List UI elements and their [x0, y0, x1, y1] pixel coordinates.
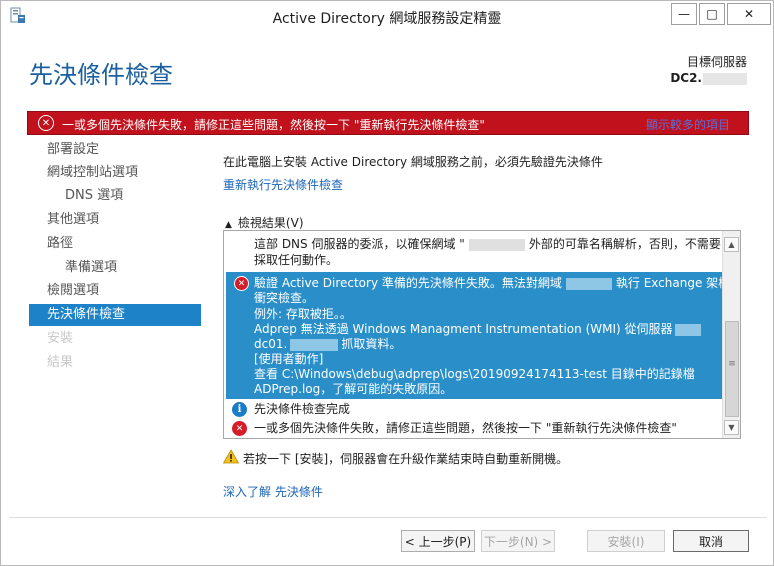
sidebar-item-deployment[interactable]: 部署設定 — [29, 139, 201, 161]
selected-line: 驗證 Active Directory 準備的先決條件失敗。無法對網域 執行 Ex… — [254, 276, 730, 291]
view-results-toggle[interactable]: ▲ 檢視結果(V) — [225, 214, 304, 231]
sidebar-item-paths[interactable]: 路徑 — [29, 233, 201, 255]
page-title: 先決條件檢查 — [29, 61, 173, 89]
selected-text: dc01. — [254, 337, 288, 351]
scroll-up-icon[interactable]: ▲ — [724, 237, 739, 252]
target-server-label: 目標伺服器 — [686, 55, 747, 69]
sidebar-item-dns-options[interactable]: DNS 選項 — [29, 185, 201, 207]
rerun-prerequisites-link[interactable]: 重新執行先決條件檢查 — [223, 176, 343, 193]
cut-off-line: ▔▔▔▔▔▔▔▔▔▔▔▔▔▔▔▔▔▔▔▔▔▔▔▔▔▔▔▔▔▔▔▔▔▔▔▔ — [254, 230, 587, 237]
selected-text: 執行 Exchange 架構 — [615, 276, 731, 290]
selected-text: 驗證 Active Directory 準備的先決條件失敗。無法對網域 — [254, 276, 562, 290]
sidebar-item-dc-options[interactable]: 網域控制站選項 — [29, 162, 201, 184]
selected-text: 抓取資料。 — [341, 337, 402, 351]
result-text-a-tail: 外部的可靠名稱解析，否則，不需要 — [528, 237, 721, 251]
error-circle-icon: ✕ — [234, 276, 249, 291]
window-title: Active Directory 網域服務設定精靈 — [272, 11, 502, 27]
result-text-line: 採取任何動作。 — [254, 253, 339, 267]
selected-line: Adprep 無法透過 Windows Managment Instrument… — [254, 322, 701, 337]
footer-divider — [9, 517, 767, 518]
results-list[interactable]: ▔▔▔▔▔▔▔▔▔▔▔▔▔▔▔▔▔▔▔▔▔▔▔▔▔▔▔▔▔▔▔▔▔▔▔▔ 這部 … — [223, 230, 741, 439]
grip-icon: ≡ — [728, 359, 736, 369]
selected-line: [使用者動作] — [254, 352, 324, 366]
error-circle-icon: ✕ — [38, 115, 54, 131]
wizard-window: Active Directory 網域服務設定精靈 — □ ✕ 先決條件檢查 目… — [0, 0, 774, 566]
close-button[interactable]: ✕ — [727, 3, 771, 25]
show-more-link[interactable]: 顯示較多的項目 — [646, 116, 730, 133]
result-text-a: 這部 DNS 伺服器的委派，以確保網域 " — [254, 237, 465, 251]
learn-more-link[interactable]: 深入了解 先決條件 — [223, 483, 323, 500]
selected-line: 查看 C:\Windows\debug\adprep\logs\20190924… — [254, 367, 695, 381]
info-circle-icon: i — [232, 402, 247, 417]
selected-line: dc01. 抓取資料。 — [254, 337, 401, 352]
selected-result-item[interactable]: ✕ 驗證 Active Directory 準備的先決條件失敗。無法對網域 執行 … — [226, 272, 730, 399]
redacted-mask — [703, 72, 747, 85]
next-button: 下一步(N) > — [481, 530, 555, 552]
target-server-name: DC2. — [670, 71, 747, 85]
selected-line: 例外: 存取被拒。。 — [254, 307, 352, 321]
banner-text: 一或多個先決條件失敗，請修正這些問題，然後按一下 "重新執行先決條件檢查" — [62, 118, 485, 132]
minimize-button[interactable]: — — [671, 3, 697, 25]
error-circle-icon: ✕ — [232, 421, 247, 436]
install-button: 安裝(I) — [587, 530, 665, 552]
intro-text: 在此電腦上安裝 Active Directory 網域服務之前，必須先驗證先決條… — [223, 155, 603, 169]
selected-text: Adprep 無法透過 Windows Managment Instrument… — [254, 322, 673, 336]
scroll-down-icon[interactable]: ▼ — [724, 420, 739, 435]
error-banner: ✕ 一或多個先決條件失敗，請修正這些問題，然後按一下 "重新執行先決條件檢查" … — [27, 111, 762, 135]
sidebar-item-results: 結果 — [47, 355, 74, 370]
view-results-label: 檢視結果(V) — [237, 216, 304, 230]
sidebar-item-preparation-options[interactable]: 準備選項 — [29, 257, 201, 279]
cancel-button[interactable]: 取消 — [673, 530, 749, 552]
result-text-line: 這部 DNS 伺服器的委派，以確保網域 " 外部的可靠名稱解析，否則，不需要 — [254, 237, 721, 252]
sidebar-item-installation: 安裝 — [47, 331, 74, 346]
redacted-mask — [565, 277, 612, 290]
title-bar[interactable]: Active Directory 網域服務設定精靈 — □ ✕ — [1, 1, 773, 31]
target-server-name-text: DC2. — [670, 71, 702, 85]
redacted-mask — [674, 323, 701, 336]
sidebar-item-prerequisites-check[interactable]: 先決條件檢查 — [29, 304, 201, 326]
banner-close-icon[interactable]: ✕ — [750, 115, 764, 130]
maximize-button[interactable]: □ — [699, 3, 725, 25]
result-error-line[interactable]: 一或多個先決條件失敗，請修正這些問題，然後按一下 "重新執行先決條件檢查" — [254, 421, 677, 436]
redacted-mask — [290, 338, 339, 351]
warning-text: 若按一下 [安裝]，伺服器會在升級作業結束時自動重新開機。 — [243, 452, 569, 466]
selected-line: ADPrep.log，了解可能的失敗原因。 — [254, 382, 453, 396]
results-scrollbar[interactable]: ▲ ≡ ▼ — [722, 231, 740, 438]
caret-up-icon: ▲ — [225, 220, 232, 230]
warning-icon — [223, 449, 239, 464]
selected-line: 衝突檢查。 — [254, 291, 315, 305]
scroll-thumb[interactable]: ≡ — [725, 321, 739, 417]
sidebar-item-additional-options[interactable]: 其他選項 — [29, 209, 201, 231]
redacted-mask — [468, 238, 525, 251]
previous-button[interactable]: < 上一步(P) — [401, 530, 475, 552]
sidebar-item-review-options[interactable]: 檢閱選項 — [29, 280, 201, 302]
result-info-line[interactable]: 先決條件檢查完成 — [254, 402, 350, 417]
